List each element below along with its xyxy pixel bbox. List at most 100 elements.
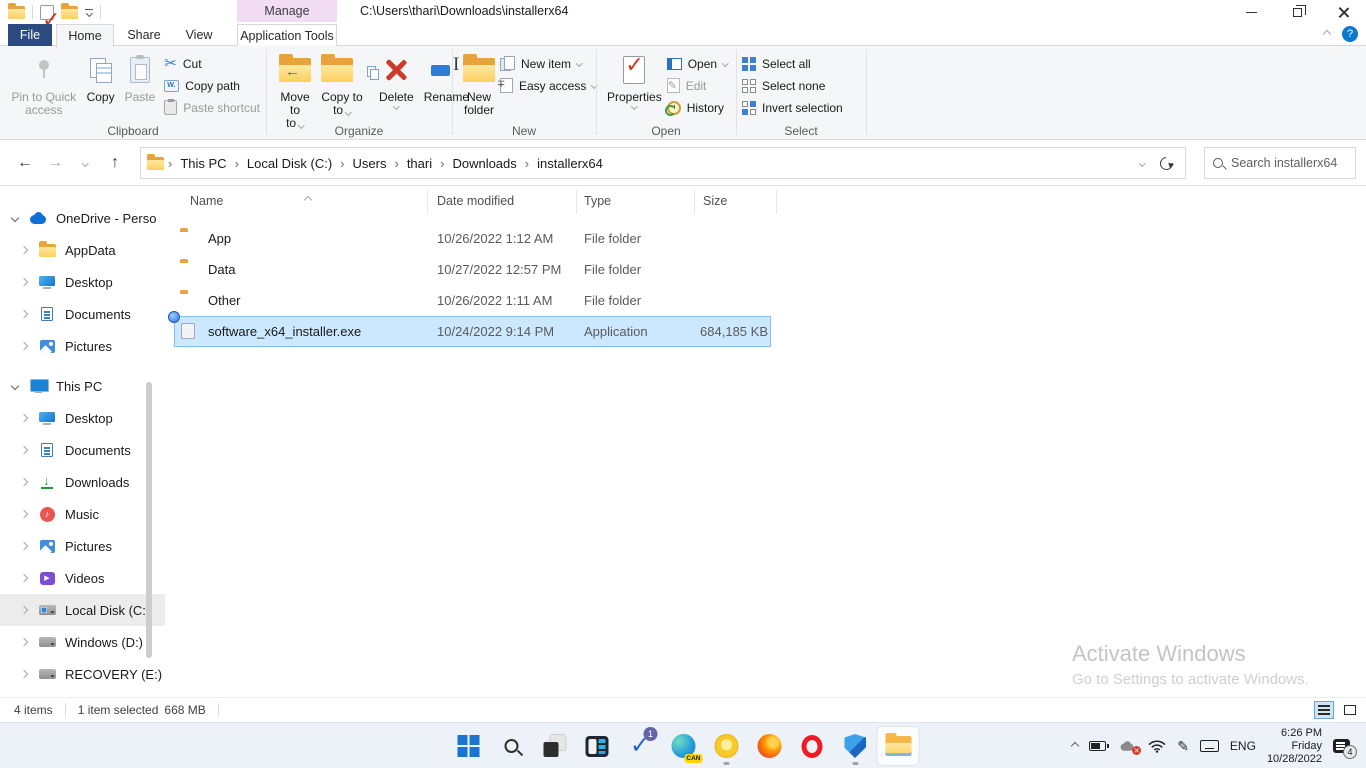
open-button[interactable]: Open <box>667 53 728 74</box>
edge-canary-badge: CAN <box>684 754 702 763</box>
input-language[interactable]: ENG <box>1230 739 1256 753</box>
sidebar-scrollbar[interactable] <box>146 382 152 658</box>
history-button[interactable]: History <box>667 97 728 118</box>
file-row-installer-selected[interactable]: software_x64_installer.exe 10/24/2022 9:… <box>174 316 771 347</box>
sidebar-item-documents-pc[interactable]: Documents <box>0 434 165 466</box>
paste-shortcut-button[interactable]: Paste shortcut <box>164 97 260 118</box>
address-bar[interactable]: › This PC› Local Disk (C:)› Users› thari… <box>140 147 1186 179</box>
wifi-icon[interactable] <box>1148 739 1166 753</box>
opera-button[interactable] <box>791 726 834 766</box>
todo-app-button[interactable]: ✓ 1 <box>619 726 662 766</box>
pin-to-quick-access-button[interactable]: Pin to Quick access <box>6 49 82 120</box>
start-button[interactable] <box>447 726 490 766</box>
widgets-button[interactable] <box>576 726 619 766</box>
file-row-other[interactable]: Other 10/26/2022 1:11 AM File folder <box>174 285 771 316</box>
touch-keyboard-icon[interactable] <box>1200 740 1219 752</box>
firefox-button[interactable] <box>748 726 791 766</box>
tab-share[interactable]: Share <box>120 24 168 46</box>
column-header-name[interactable]: Name <box>190 194 223 208</box>
todo-badge: 1 <box>644 727 658 741</box>
large-icons-view-button[interactable] <box>1340 701 1360 719</box>
forward-button[interactable]: → <box>40 148 70 178</box>
sidebar-item-music[interactable]: ♪ Music <box>0 498 165 530</box>
up-button[interactable]: ↑ <box>100 148 130 178</box>
copy-to-button[interactable]: Copy to to <box>316 49 368 133</box>
column-header-type[interactable]: Type <box>584 194 611 208</box>
sidebar-item-local-disk-c[interactable]: Local Disk (C:) <box>0 594 165 626</box>
sidebar-item-documents[interactable]: Documents <box>0 298 165 330</box>
breadcrumb-item[interactable]: installerx64 <box>529 156 611 171</box>
minimize-button[interactable] <box>1228 0 1274 24</box>
navigation-pane: OneDrive - Perso AppData Desktop Documen… <box>0 186 165 697</box>
breadcrumb-item[interactable]: Local Disk (C:) <box>239 156 340 171</box>
breadcrumb-item[interactable]: Users <box>345 156 395 171</box>
sidebar-item-pictures[interactable]: Pictures <box>0 330 165 362</box>
tab-application-tools[interactable]: Application Tools <box>237 24 337 46</box>
sidebar-item-desktop[interactable]: Desktop <box>0 266 165 298</box>
refresh-icon[interactable] <box>1157 154 1175 172</box>
defender-button[interactable] <box>834 726 877 766</box>
notification-center-button[interactable]: 4 <box>1333 739 1350 753</box>
tab-file[interactable]: File <box>8 24 52 46</box>
select-none-button[interactable]: Select none <box>742 75 843 96</box>
file-row-app[interactable]: App 10/26/2022 1:12 AM File folder <box>174 223 771 254</box>
sidebar-item-desktop-pc[interactable]: Desktop <box>0 402 165 434</box>
sidebar-item-onedrive[interactable]: OneDrive - Perso <box>0 202 165 234</box>
restore-button[interactable] <box>1274 0 1320 24</box>
search-box[interactable] <box>1204 147 1356 179</box>
column-header-size[interactable]: Size <box>703 194 727 208</box>
breadcrumb-item[interactable]: This PC <box>172 156 234 171</box>
task-view-button[interactable] <box>533 726 576 766</box>
breadcrumb-item[interactable]: Downloads <box>444 156 524 171</box>
paste-button[interactable]: Paste <box>120 49 161 120</box>
sidebar-item-windows-d[interactable]: Windows (D:) <box>0 626 165 658</box>
chevron-down-icon[interactable] <box>11 214 19 222</box>
breadcrumb-item[interactable]: thari <box>399 156 440 171</box>
hidden-icons-chevron[interactable] <box>1072 743 1078 749</box>
select-all-button[interactable]: Select all <box>742 53 843 74</box>
copy-button[interactable]: Copy <box>82 49 120 120</box>
back-button[interactable]: ← <box>10 148 40 178</box>
qat-customize-icon[interactable] <box>85 9 93 16</box>
taskbar-search-button[interactable] <box>490 726 533 766</box>
contextual-tab-group[interactable]: Manage <box>237 0 337 22</box>
sidebar-item-pictures-pc[interactable]: Pictures <box>0 530 165 562</box>
clock[interactable]: 6:26 PM Friday 10/28/2022 <box>1267 727 1322 766</box>
chrome-canary-button[interactable] <box>705 726 748 766</box>
copy-path-button[interactable]: Copy path <box>164 75 260 96</box>
tab-home[interactable]: Home <box>56 24 114 47</box>
battery-icon[interactable] <box>1089 741 1106 751</box>
recent-locations-icon[interactable] <box>70 148 100 178</box>
search-input[interactable] <box>1231 156 1341 170</box>
sidebar-item-appdata[interactable]: AppData <box>0 234 165 266</box>
properties-qat-icon[interactable] <box>40 5 54 20</box>
sidebar-item-videos[interactable]: ▶ Videos <box>0 562 165 594</box>
new-item-button[interactable]: New item <box>500 53 597 74</box>
new-folder-button[interactable]: New folder <box>458 49 500 120</box>
properties-button[interactable]: Properties <box>602 49 667 118</box>
file-explorer-button[interactable] <box>877 726 920 766</box>
chevron-right-icon[interactable] <box>20 246 28 254</box>
cut-button[interactable]: ✂Cut <box>164 53 260 74</box>
sidebar-item-this-pc[interactable]: This PC <box>0 370 165 402</box>
details-view-button[interactable] <box>1314 701 1334 719</box>
easy-access-button[interactable]: Easy access <box>500 75 597 96</box>
invert-selection-button[interactable]: Invert selection <box>742 97 843 118</box>
file-row-data[interactable]: Data 10/27/2022 12:57 PM File folder <box>174 254 771 285</box>
help-icon[interactable]: ? <box>1342 26 1358 42</box>
new-folder-qat-icon[interactable] <box>61 6 78 19</box>
collapse-ribbon-icon[interactable] <box>1323 30 1331 38</box>
move-to-button[interactable]: ← Move to to <box>274 49 316 133</box>
edge-canary-button[interactable]: CAN <box>662 726 705 766</box>
pen-icon[interactable]: ✎ <box>1177 738 1189 755</box>
documents-icon <box>41 443 53 457</box>
tab-view[interactable]: View <box>175 24 223 46</box>
sidebar-item-downloads[interactable]: Downloads <box>0 466 165 498</box>
onedrive-tray-icon[interactable]: ✕ <box>1117 740 1137 752</box>
delete-button[interactable]: Delete <box>374 49 419 133</box>
column-header-date-modified[interactable]: Date modified <box>437 194 514 208</box>
edit-button[interactable]: Edit <box>667 75 728 96</box>
address-dropdown-icon[interactable] <box>1139 160 1145 166</box>
close-button[interactable] <box>1320 0 1366 24</box>
sidebar-item-recovery-e[interactable]: RECOVERY (E:) <box>0 658 165 690</box>
